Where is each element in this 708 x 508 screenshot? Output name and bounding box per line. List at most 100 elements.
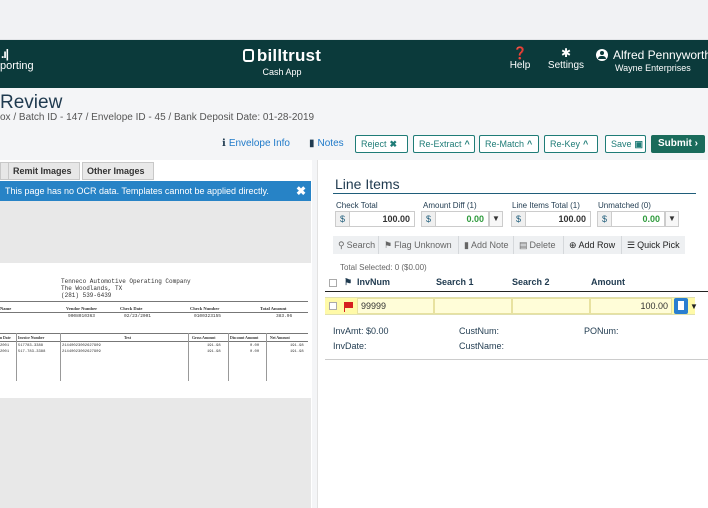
check-total-value: 100.00 [382,214,410,224]
document-icon[interactable] [674,298,688,314]
doc-header-check-number: Check Number [190,306,220,311]
col-amount[interactable]: Amount [591,277,625,287]
plus-circle-icon: ⊕ [569,240,577,250]
filter-icon[interactable]: ▼ [665,211,679,227]
doc-row-invoice: 517-783-3388 [18,350,46,354]
notes-label: Notes [317,138,344,149]
doc-col-sep [266,333,267,381]
tab-remit-images[interactable]: Remit Images (4) [8,162,80,192]
doc-header-vendor: Vendor Number [66,306,98,311]
re-key-label: Re-Key [550,139,581,149]
unmatched-field[interactable]: $ 0.00 ▼ [597,211,679,227]
chevron-up-icon: ^ [583,139,589,149]
line-items-total-field[interactable]: $ 100.00 [511,211,591,227]
flag-unknown-action[interactable]: ⚑ Flag Unknown [381,236,455,254]
col-search2[interactable]: Search 2 [512,277,550,287]
col-search1[interactable]: Search 1 [436,277,474,287]
row-checkbox[interactable] [329,302,337,310]
re-match-button[interactable]: Re-Match ^ [479,135,539,153]
line-items-total-value: 100.00 [558,214,586,224]
unmatched-label: Unmatched (0) [598,201,651,210]
company-city: The Woodlands, TX [61,285,123,292]
re-key-button[interactable]: Re-Key ^ [544,135,598,153]
save-button[interactable]: Save ▣ [605,135,646,153]
doc-row-gross: 191.98 [207,344,221,348]
note-icon: ▮ [464,240,469,250]
delete-label: Delete [529,240,556,250]
doc-header-name: Name [0,306,12,311]
search-icon: ⚲ [338,240,345,250]
remit-image[interactable]: Tenneco Automotive Operating Company The… [0,263,311,398]
action-divider [513,236,514,254]
nav-help[interactable]: ❓ Help [505,46,535,71]
remit-company: Tenneco Automotive Operating Company The… [61,278,191,299]
detail-custname: CustName: [459,341,505,351]
reject-label: Reject [361,139,387,149]
viewer-background-top [0,201,311,263]
col-invnum[interactable]: InvNum [357,277,390,287]
search2-cell[interactable] [512,298,590,314]
add-note-label: Add Note [470,240,509,250]
close-icon[interactable]: ✖ [296,181,306,201]
brand-logo[interactable]: billtrust Cash App [242,46,322,77]
question-icon: ❓ [512,46,528,60]
search-action[interactable]: ⚲ Search [335,236,378,254]
top-navbar: .ı| porting billtrust Cash App ❓ Help ✱ … [0,40,708,88]
envelope-info-link[interactable]: ℹ Envelope Info [222,138,290,149]
breadcrumb: ox / Batch ID - 147 / Envelope ID - 45 /… [0,112,315,123]
select-all-checkbox[interactable] [329,279,337,287]
add-row-action[interactable]: ⊕ Add Row [566,236,618,254]
currency-symbol: $ [512,212,526,226]
amount-diff-field[interactable]: $ 0.00 ▼ [421,211,503,227]
info-icon: ℹ [222,138,226,149]
notes-link[interactable]: ▮ Notes [309,138,344,149]
company-phone: (281) 539-6439 [61,292,112,299]
re-match-label: Re-Match [485,139,525,149]
check-total-label: Check Total [336,201,378,210]
doc-row-net: 191.98 [290,350,304,354]
doc-row-text: 21440023002627909 [62,350,101,354]
reject-button[interactable]: Reject ✖ [355,135,408,153]
ocr-alert: This page has no OCR data. Templates can… [0,181,311,201]
nav-help-label: Help [509,60,531,71]
detail-invdate: InvDate: [333,341,367,351]
x-icon: ✖ [389,139,398,149]
invnum-cell[interactable]: 99999 [357,298,434,314]
bar-chart-icon: .ı| [1,47,9,61]
chevron-up-icon: ^ [464,139,470,149]
doc-row-gross: 191.98 [207,350,221,354]
submit-button[interactable]: Submit › [651,135,705,153]
doc-col-sep [16,333,17,381]
filter-icon[interactable]: ▼ [489,211,503,227]
tab-other-images[interactable]: Other Images (0) [82,162,154,192]
floppy-icon: ▣ [634,139,644,149]
doc-row-date: 2001 [0,344,10,348]
brand-subtitle: Cash App [262,67,302,77]
re-extract-button[interactable]: Re-Extract ^ [413,135,475,153]
doc-rule [0,301,308,302]
chevron-up-icon: ^ [527,139,533,149]
quick-pick-action[interactable]: ☰ Quick Pick [624,236,683,254]
flag-column-icon: ⚑ [344,277,353,287]
nav-reporting[interactable]: .ı| porting [0,48,34,72]
unmatched-value: 0.00 [642,214,660,224]
doc-row-date: 2001 [0,350,10,354]
action-divider [458,236,459,254]
add-note-action[interactable]: ▮ Add Note [461,236,511,254]
add-row-label: Add Row [578,240,616,250]
delete-action[interactable]: ▤ Delete [516,236,559,254]
nav-settings[interactable]: ✱ Settings [546,46,586,71]
invnum-value: 99999 [361,301,387,311]
caret-down-icon[interactable]: ▼ [690,302,698,311]
doc-th-date: n Date [0,336,11,340]
user-org: Wayne Enterprises [615,63,691,73]
amount-cell[interactable]: 100.00 [590,298,672,314]
check-total-field[interactable]: $ 100.00 [335,211,415,227]
chevron-right-icon: › [694,138,698,149]
red-flag-icon[interactable] [344,302,353,312]
action-divider [621,236,622,254]
search1-cell[interactable] [434,298,512,314]
doc-col-sep [188,333,189,381]
note-icon: ▮ [309,138,315,149]
action-divider [563,236,564,254]
